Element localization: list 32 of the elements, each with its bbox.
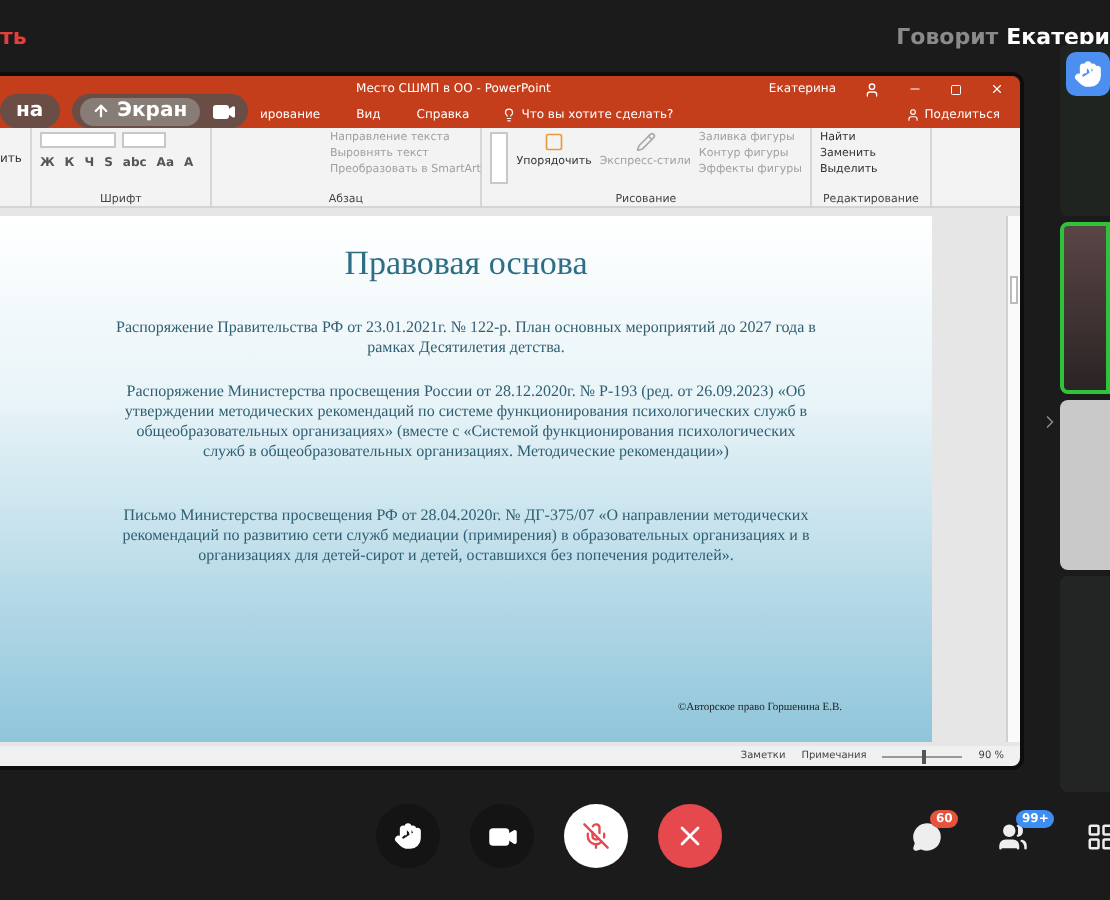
microphone-button[interactable]	[564, 804, 628, 868]
user-icon	[906, 108, 921, 122]
hand-icon	[394, 822, 422, 850]
user-icon	[864, 81, 880, 97]
camera-icon[interactable]	[211, 99, 236, 123]
speaker-name: Екатери	[1006, 23, 1110, 49]
camera-button[interactable]	[470, 804, 534, 868]
maximize-icon[interactable]	[950, 83, 962, 95]
upload-icon	[91, 102, 110, 120]
cut-text: ть	[0, 23, 27, 49]
font-field[interactable]	[39, 132, 116, 148]
raise-hand-button[interactable]	[376, 804, 440, 868]
slide-paragraph: Распоряжение Правительства РФ от 23.01.2021г. № 122-р. План основных мероприятий до 2027 года в рамках Десятилетия детства.	[116, 318, 816, 358]
hang-up-button[interactable]	[658, 804, 722, 868]
window-button[interactable]: на	[0, 94, 60, 128]
brush-icon	[635, 132, 656, 152]
grid-icon[interactable]	[1086, 821, 1110, 851]
slide-title: Правовая основа	[344, 244, 588, 284]
muted-mic-icon	[582, 822, 610, 850]
arrange-icon	[544, 132, 565, 152]
speaker-label: Говорит	[896, 23, 999, 49]
slide-paragraph: Письмо Министерства просвещения РФ от 28.04.2020г. № ДГ-375/07 «О направлении методических рекомендаций по развитию сети служб медиации (примирения) в образовательных организациях и в организациях для детей-сирот и детей, оставшихся без попечения родителей».	[120, 506, 812, 566]
chat-button[interactable]	[912, 821, 942, 851]
scrollbar[interactable]	[1006, 216, 1020, 742]
close-icon[interactable]	[990, 82, 1004, 96]
zoom-thumb[interactable]	[922, 749, 927, 763]
participants-button[interactable]	[998, 821, 1028, 851]
screen-button[interactable]: Экран	[79, 97, 200, 125]
lightbulb-icon	[501, 108, 516, 122]
size-field[interactable]	[121, 132, 166, 148]
raised-hand-icon	[1066, 52, 1110, 96]
slide-paragraph: Распоряжение Министерства просвещения России от 28.12.2020г. № Р-193 (ред. от 26.09.2023) «Об утверждении методических рекомендаций по системе функционирования психологических служб в общеобразовательных организациях» (вместе с «Системой функционирования психологических служб в общеобразовательных организациях. Методические рекомендации»)	[122, 382, 810, 462]
